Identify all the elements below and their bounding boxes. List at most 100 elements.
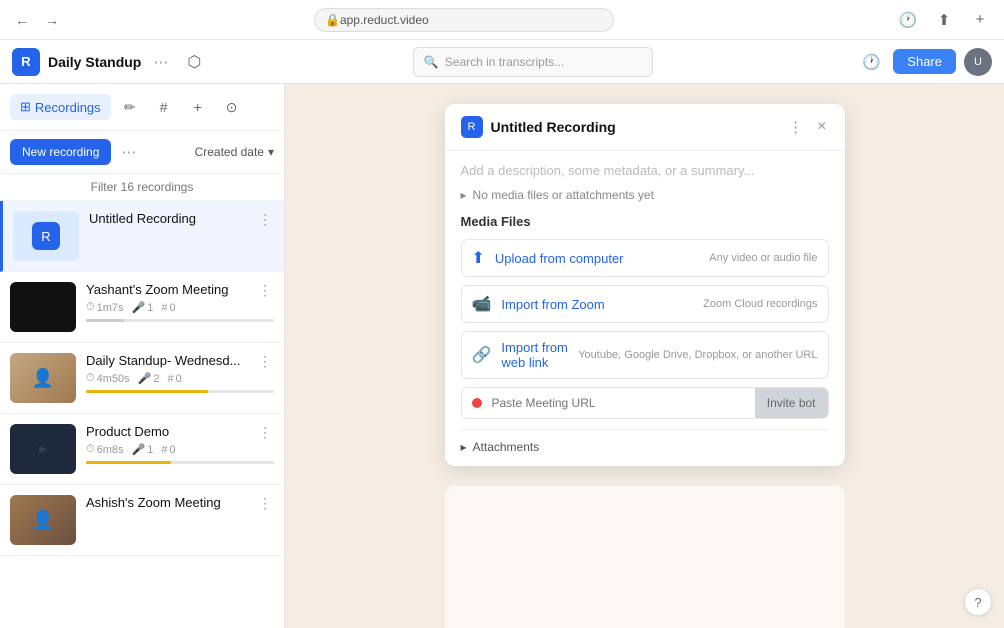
duration: ⏱ 6m8s (86, 443, 124, 456)
recording-thumbnail (10, 282, 76, 332)
import-web-option[interactable]: 🔗 Import from web link Youtube, Google D… (461, 331, 829, 379)
app-logo: R (12, 48, 40, 76)
recording-thumbnail: ▶ (10, 424, 76, 474)
toolbar-more-button[interactable]: ⋯ (117, 141, 140, 163)
modal-icon: R (461, 116, 483, 138)
new-recording-button[interactable]: New recording (10, 139, 111, 165)
recording-thumbnail: R (13, 211, 79, 261)
recording-more-button[interactable]: ⋮ (254, 280, 276, 301)
new-tab-button[interactable]: + (966, 6, 994, 34)
recording-info: Yashant's Zoom Meeting ⏱ 1m7s 🎤 1 # 0 (86, 282, 274, 322)
share-button[interactable]: Share (893, 49, 956, 74)
zoom-desc: Zoom Cloud recordings (703, 298, 817, 310)
chevron-down-icon: ▾ (268, 145, 274, 159)
recording-more-button[interactable]: ⋮ (254, 422, 276, 443)
history-button[interactable]: 🕐 (894, 6, 922, 34)
edit-tab[interactable]: ✏ (115, 92, 145, 122)
lock-icon: 🔒 (325, 13, 340, 27)
speakers: 🎤 2 (138, 372, 160, 385)
workspace-title: Daily Standup (48, 54, 141, 70)
recording-list: R Untitled Recording ⋮ Yashant's Zoom Me… (0, 201, 284, 628)
zoom-label: Import from Zoom (501, 297, 693, 312)
recording-name: Product Demo (86, 424, 274, 439)
recording-meta: ⏱ 4m50s 🎤 2 # 0 (86, 372, 274, 385)
web-label: Import from web link (501, 340, 568, 370)
search-placeholder: Search in transcripts... (445, 55, 564, 69)
recording-meta: ⏱ 6m8s 🎤 1 # 0 (86, 443, 274, 456)
browser-bar: ← → 🔒 app.reduct.video 🕐 ⬆ + (0, 0, 1004, 40)
modal-header: R Untitled Recording ⋮ × (445, 104, 845, 151)
link-icon: 🔗 (472, 345, 492, 365)
description-field[interactable]: Add a description, some metadata, or a s… (461, 163, 829, 178)
progress-fill (86, 461, 171, 464)
upload-icon: ⬆ (472, 248, 485, 268)
share-browser-button[interactable]: ⬆ (930, 6, 958, 34)
recordings-tab[interactable]: ⊞ Recordings (10, 94, 111, 120)
filter-bar: Filter 16 recordings (0, 174, 284, 201)
recording-modal: R Untitled Recording ⋮ × Add a descripti… (445, 104, 845, 466)
recording-info: Product Demo ⏱ 6m8s 🎤 1 # 0 (86, 424, 274, 464)
main-content: R Untitled Recording ⋮ × Add a descripti… (285, 84, 1004, 628)
body: ⊞ Recordings ✏ # + ⊙ New recording ⋯ Cre… (0, 84, 1004, 628)
browser-left: ← → (10, 8, 170, 32)
search-tab[interactable]: ⊙ (217, 92, 247, 122)
back-button[interactable]: ← (10, 8, 34, 32)
recording-name: Daily Standup- Wednesd... (86, 353, 274, 368)
app-bar: R Daily Standup ⋯ ⬡ 🔍 Search in transcri… (0, 40, 1004, 84)
upload-desc: Any video or audio file (709, 252, 817, 264)
recording-item[interactable]: R Untitled Recording ⋮ (0, 201, 284, 272)
recording-item[interactable]: 👤 Ashish's Zoom Meeting ⋮ (0, 485, 284, 556)
recording-item[interactable]: Yashant's Zoom Meeting ⏱ 1m7s 🎤 1 # 0 ⋮ (0, 272, 284, 343)
attachments-section: ▸ Attachments (461, 429, 829, 454)
modal-body: Add a description, some metadata, or a s… (445, 151, 845, 466)
modal-more-button[interactable]: ⋮ (784, 116, 807, 138)
progress-bar (86, 319, 274, 322)
media-files-title: Media Files (461, 214, 829, 229)
import-zoom-option[interactable]: 📹 Import from Zoom Zoom Cloud recordings (461, 285, 829, 323)
tags: # 0 (167, 373, 181, 385)
recording-more-button[interactable]: ⋮ (254, 209, 276, 230)
clock-button[interactable]: 🕐 (857, 48, 885, 76)
progress-fill (86, 390, 208, 393)
invite-bot-button[interactable]: Invite bot (755, 388, 828, 418)
recording-thumbnail: 👤 (10, 353, 76, 403)
arrow-icon: ▸ (461, 188, 467, 202)
no-media-message: ▸ No media files or attatchments yet (461, 188, 829, 202)
recording-name: Yashant's Zoom Meeting (86, 282, 274, 297)
avatar: U (964, 48, 992, 76)
sidebar-tabs: ⊞ Recordings ✏ # + ⊙ (0, 84, 284, 131)
modal-close-button[interactable]: × (815, 116, 828, 138)
attachments-toggle[interactable]: ▸ Attachments (461, 440, 829, 454)
recording-item[interactable]: 👤 Daily Standup- Wednesd... ⏱ 4m50s 🎤 2 … (0, 343, 284, 414)
upload-computer-option[interactable]: ⬆ Upload from computer Any video or audi… (461, 239, 829, 277)
search-transcripts-input[interactable]: 🔍 Search in transcripts... (413, 47, 653, 77)
progress-bar (86, 390, 274, 393)
recording-thumbnail: 👤 (10, 495, 76, 545)
duration: ⏱ 4m50s (86, 372, 130, 385)
sidebar: ⊞ Recordings ✏ # + ⊙ New recording ⋯ Cre… (0, 84, 285, 628)
recording-info: Ashish's Zoom Meeting (86, 495, 274, 510)
progress-bar (86, 461, 274, 464)
upload-label: Upload from computer (495, 251, 699, 266)
recording-item[interactable]: ▶ Product Demo ⏱ 6m8s 🎤 1 # 0 ⋮ (0, 414, 284, 485)
help-button[interactable]: ? (964, 588, 992, 616)
workspace-more-button[interactable]: ⋯ (149, 51, 172, 73)
paste-url-row: Invite bot (461, 387, 829, 419)
url-text: app.reduct.video (340, 13, 429, 27)
browser-actions: 🕐 ⬆ + (894, 6, 994, 34)
recording-name: Untitled Recording (89, 211, 274, 226)
recording-more-button[interactable]: ⋮ (254, 351, 276, 372)
tag-tab[interactable]: # (149, 92, 179, 122)
add-tab[interactable]: + (183, 92, 213, 122)
forward-button[interactable]: → (40, 8, 64, 32)
recording-meta: ⏱ 1m7s 🎤 1 # 0 (86, 301, 274, 314)
paste-url-input[interactable] (492, 388, 755, 418)
sidebar-toggle-button[interactable]: ⬡ (180, 48, 208, 76)
sort-created-date[interactable]: Created date ▾ (195, 145, 274, 159)
url-bar[interactable]: 🔒 app.reduct.video (314, 8, 614, 32)
chevron-right-icon: ▸ (461, 440, 467, 454)
tags: # 0 (161, 444, 175, 456)
recording-more-button[interactable]: ⋮ (254, 493, 276, 514)
recordings-icon: ⊞ (20, 99, 31, 115)
sidebar-toolbar: New recording ⋯ Created date ▾ (0, 131, 284, 174)
